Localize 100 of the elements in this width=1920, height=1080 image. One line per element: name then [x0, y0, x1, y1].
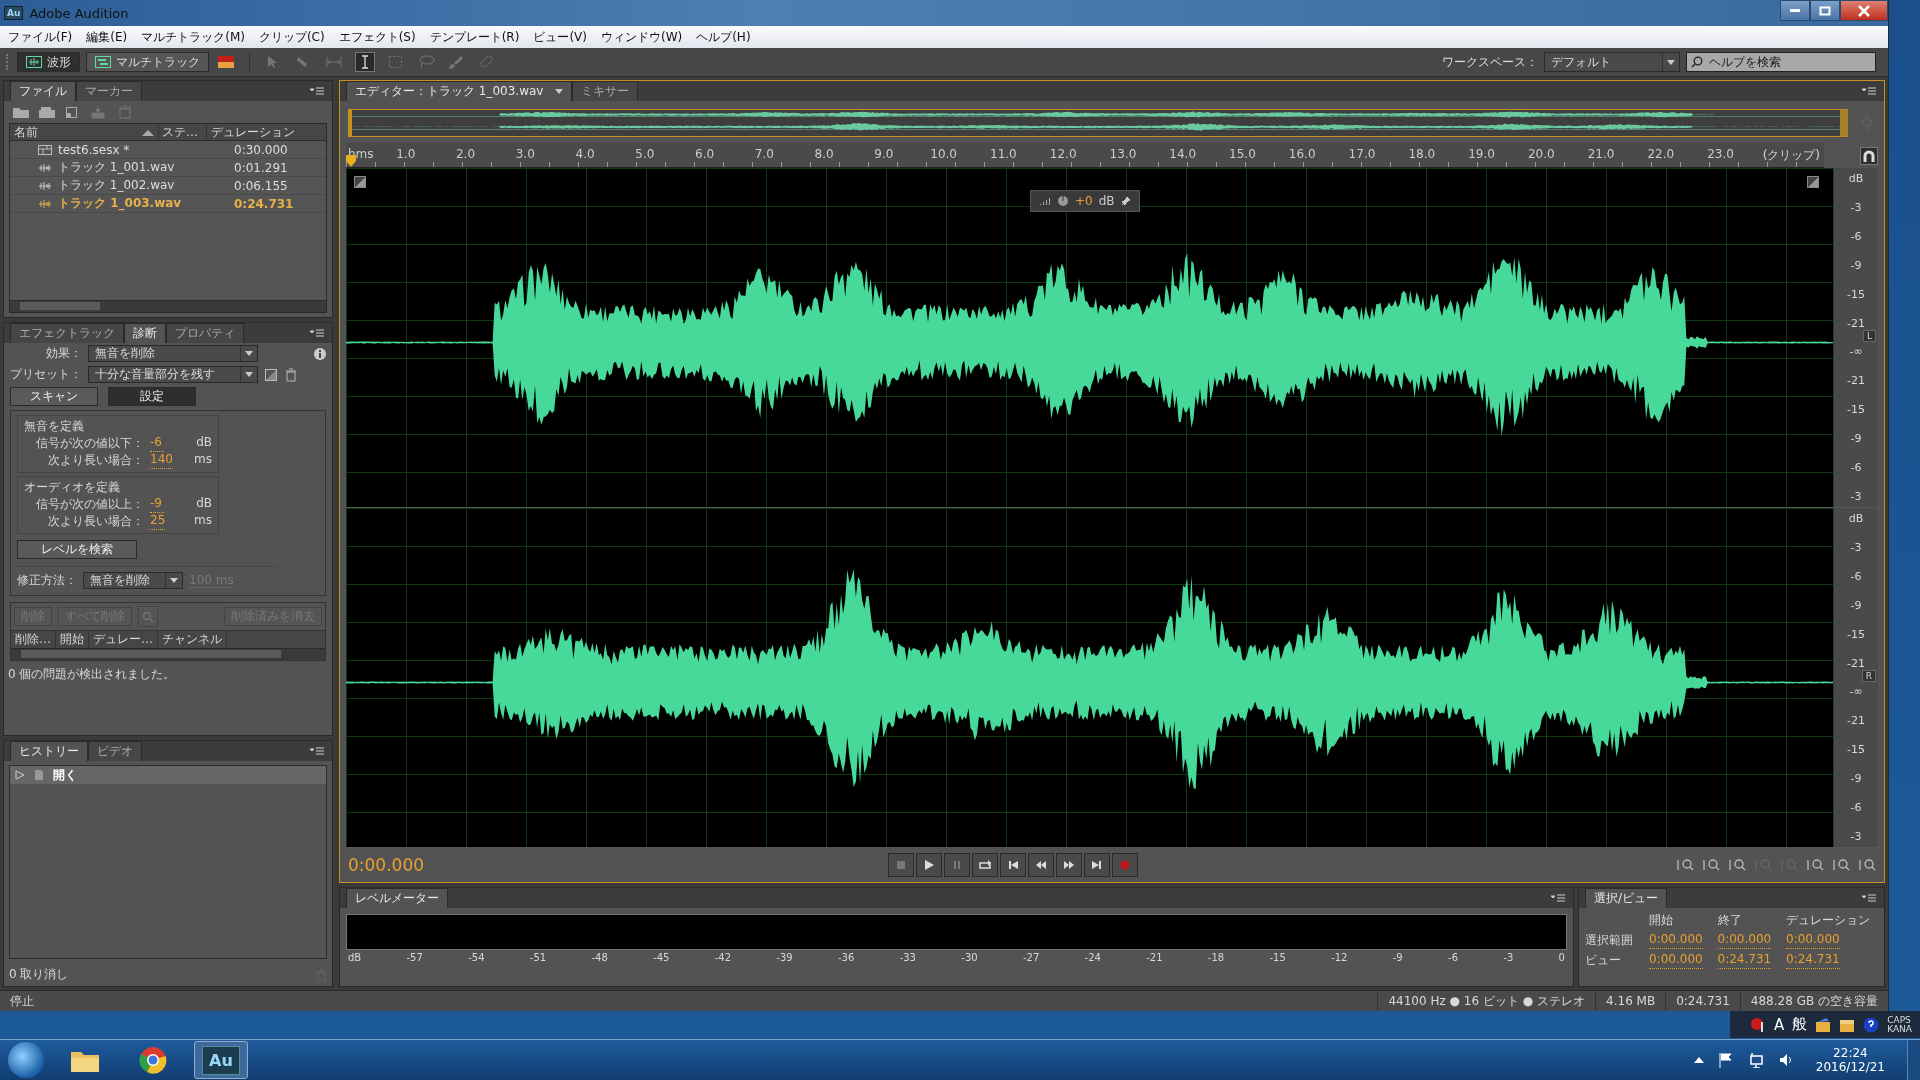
- menu-item[interactable]: 編集(E): [80, 28, 134, 46]
- minimize-button[interactable]: [1780, 0, 1810, 21]
- panel-tab[interactable]: プロパティ: [166, 323, 244, 343]
- tray-arrow-icon[interactable]: [1693, 1056, 1704, 1064]
- panel-tab[interactable]: 診断: [124, 323, 166, 343]
- menu-item[interactable]: クリップ(C): [252, 28, 331, 46]
- value-field[interactable]: 140: [150, 452, 173, 469]
- speaker-icon[interactable]: [1777, 1052, 1794, 1068]
- maximize-button[interactable]: [1810, 0, 1840, 21]
- menu-item[interactable]: マルチトラック(M): [135, 28, 251, 46]
- zoom-icon[interactable]: [1728, 858, 1746, 873]
- column-header[interactable]: デュレーション: [206, 123, 295, 141]
- play-button[interactable]: [916, 853, 942, 878]
- workspace-dropdown[interactable]: デフォルト: [1544, 52, 1680, 72]
- time-field[interactable]: 0:24.731: [1717, 952, 1772, 970]
- fade-handle-icon[interactable]: [354, 176, 366, 188]
- horizontal-scrollbar[interactable]: [11, 648, 325, 660]
- mode-button[interactable]: 波形: [17, 52, 80, 72]
- slip-tool-icon[interactable]: [325, 54, 343, 70]
- pin-icon[interactable]: [1749, 1016, 1766, 1033]
- value-field[interactable]: -6: [150, 435, 164, 452]
- clock[interactable]: 22:24 2016/12/21: [1815, 1046, 1885, 1074]
- menu-item[interactable]: ウィンドウ(W): [594, 28, 689, 46]
- time-field[interactable]: 0:00.000: [1649, 952, 1703, 970]
- file-row[interactable]: test6.sesx * 0:30.000: [10, 141, 326, 159]
- taskbar-app[interactable]: Au: [194, 1041, 248, 1079]
- history-item[interactable]: 開く: [10, 766, 326, 784]
- panel-tab[interactable]: マーカー: [76, 81, 142, 101]
- panel-button[interactable]: 設定: [108, 387, 196, 406]
- folder-icon[interactable]: [12, 105, 30, 119]
- network-icon[interactable]: [1747, 1052, 1764, 1068]
- horizontal-scrollbar[interactable]: [10, 300, 326, 312]
- conversion-mode-button[interactable]: 般: [1792, 1015, 1808, 1035]
- rewind-button[interactable]: [1028, 853, 1054, 878]
- value-field[interactable]: 25: [150, 513, 166, 530]
- menu-item[interactable]: エフェクト(S): [332, 28, 422, 46]
- show-desktop-button[interactable]: [1907, 1040, 1920, 1080]
- preset-dropdown[interactable]: 十分な音量部分を残す: [88, 366, 258, 383]
- time-field[interactable]: 0:00.000: [1717, 932, 1772, 950]
- mode-button[interactable]: マルチトラック: [86, 52, 209, 72]
- panel-menu-icon[interactable]: [1862, 894, 1876, 903]
- waveform-channel[interactable]: +0 dB: [346, 168, 1833, 508]
- trash-icon[interactable]: [284, 367, 298, 382]
- zoom-icon[interactable]: [1676, 858, 1694, 873]
- time-field[interactable]: 0:00.000: [1786, 932, 1840, 950]
- effect-dropdown[interactable]: 無音を削除: [88, 345, 258, 362]
- zoom-icon[interactable]: [1858, 858, 1876, 873]
- time-field[interactable]: 0:24.731: [1786, 952, 1840, 970]
- save-preset-icon[interactable]: [264, 367, 278, 382]
- snap-button[interactable]: [1860, 146, 1878, 165]
- input-mode-button[interactable]: A: [1773, 1015, 1785, 1034]
- zoom-icon[interactable]: [1806, 858, 1824, 873]
- channel-badge[interactable]: R: [1861, 669, 1876, 682]
- panel-menu-icon[interactable]: [310, 747, 324, 755]
- panel-tab[interactable]: ファイル: [10, 81, 76, 101]
- knob-icon[interactable]: [1057, 195, 1069, 207]
- menu-item[interactable]: ビュー(V): [527, 28, 593, 46]
- zoom-icon[interactable]: [1702, 858, 1720, 873]
- help-search-field[interactable]: ヘルプを検索: [1686, 52, 1876, 72]
- panel-tab[interactable]: レベルメーター: [346, 888, 448, 909]
- value-field[interactable]: -9: [150, 496, 164, 513]
- loop-button[interactable]: [972, 853, 998, 878]
- zoom-icon[interactable]: [1832, 858, 1850, 873]
- panel-tab[interactable]: エフェクトラック: [10, 323, 124, 343]
- pin-icon[interactable]: [1120, 196, 1131, 206]
- brush-tool-icon[interactable]: [447, 54, 465, 70]
- fix-dropdown[interactable]: 無音を削除: [83, 572, 183, 589]
- zoom-button[interactable]: [138, 606, 158, 627]
- panel-tab[interactable]: ビデオ: [88, 741, 142, 761]
- gain-value[interactable]: +0: [1075, 194, 1093, 208]
- editor-tab[interactable]: エディター：トラック 1_003.wav: [346, 81, 573, 101]
- time-selection-tool-icon[interactable]: [355, 52, 375, 72]
- skip-to-start-button[interactable]: [1000, 853, 1026, 878]
- file-row[interactable]: トラック 1_003.wav 0:24.731: [10, 195, 326, 213]
- flag-icon[interactable]: [1717, 1052, 1734, 1068]
- menu-item[interactable]: テンプレート(R): [423, 28, 526, 46]
- panel-tab[interactable]: 選択/ビュー: [1585, 888, 1668, 909]
- panel-button[interactable]: スキャン: [10, 387, 98, 406]
- panel-tab[interactable]: ヒストリー: [10, 741, 88, 761]
- panel-menu-icon[interactable]: [310, 329, 324, 337]
- panel-menu-icon[interactable]: [1862, 87, 1876, 95]
- fast-forward-button[interactable]: [1056, 853, 1082, 878]
- skip-to-end-button[interactable]: [1084, 853, 1110, 878]
- fade-handle-icon[interactable]: [1807, 176, 1819, 188]
- close-button[interactable]: [1840, 0, 1888, 21]
- gain-control[interactable]: +0 dB: [1030, 190, 1140, 212]
- panel-menu-icon[interactable]: [1551, 894, 1565, 903]
- marquee-tool-icon[interactable]: [387, 54, 405, 70]
- file-row[interactable]: トラック 1_001.wav 0:01.291: [10, 159, 326, 177]
- menu-item[interactable]: ヘルプ(H): [690, 28, 757, 46]
- menu-item[interactable]: ファイル(F): [2, 28, 79, 46]
- column-header[interactable]: 名前: [14, 123, 142, 141]
- import-icon[interactable]: [38, 105, 56, 119]
- file-row[interactable]: トラック 1_002.wav 0:06.155: [10, 177, 326, 195]
- toolbox-icon[interactable]: [1815, 1016, 1832, 1033]
- spectral-display-icon[interactable]: [218, 56, 234, 68]
- time-field[interactable]: 0:00.000: [1649, 932, 1703, 950]
- editor-tab[interactable]: ミキサー: [572, 81, 639, 101]
- panel-menu-icon[interactable]: [310, 87, 324, 95]
- help-icon[interactable]: [1863, 1016, 1880, 1033]
